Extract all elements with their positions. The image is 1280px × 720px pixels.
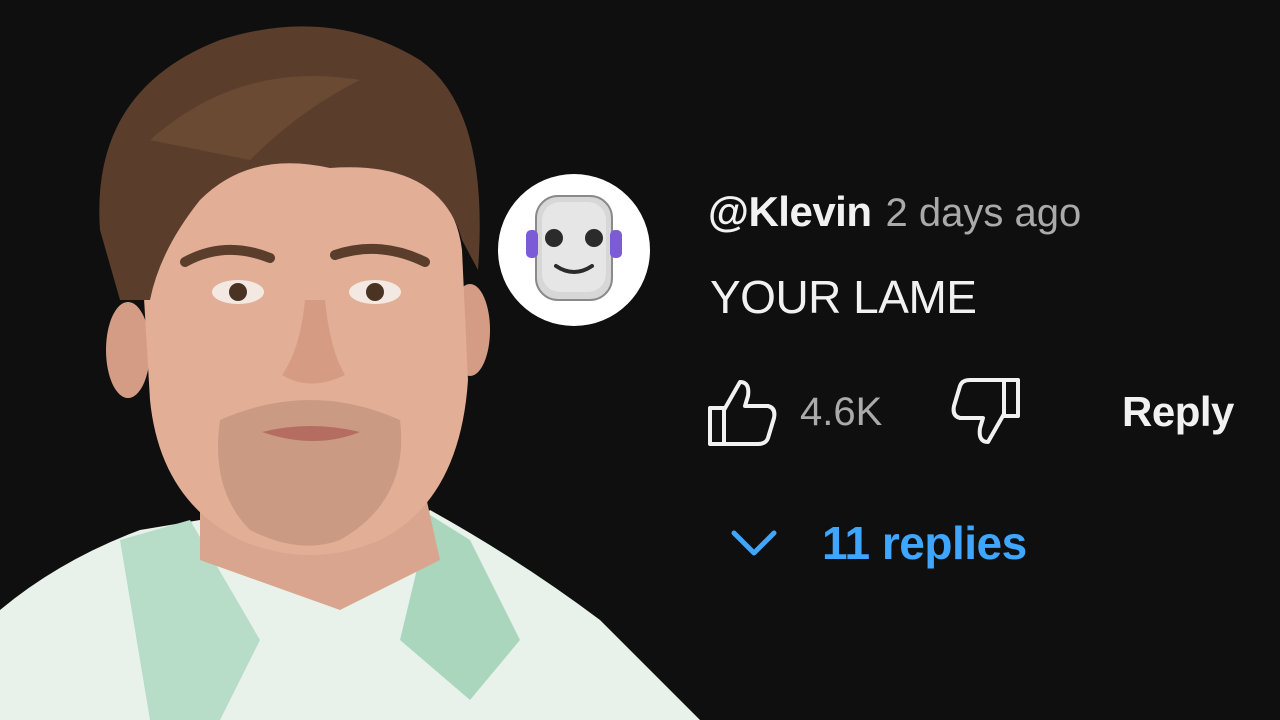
comment-timestamp[interactable]: 2 days ago [886, 191, 1082, 236]
thumbnail-canvas: @Klevin 2 days ago YOUR LAME 4.6K Reply … [0, 0, 1280, 720]
comment-action-bar: 4.6K Reply [706, 374, 1246, 448]
view-replies-toggle[interactable]: 11 replies [726, 510, 1027, 576]
robot-face-icon [526, 195, 622, 301]
thumbs-up-icon[interactable] [706, 376, 778, 448]
comment-header: @Klevin 2 days ago [708, 188, 1081, 240]
chevron-down-icon [731, 530, 777, 556]
reply-button[interactable]: Reply [1122, 388, 1234, 436]
like-count: 4.6K [800, 390, 883, 434]
comment-text: YOUR LAME [710, 271, 977, 323]
commenter-handle[interactable]: @Klevin [708, 188, 872, 236]
commenter-avatar[interactable] [498, 174, 650, 326]
replies-count-label: 11 replies [822, 517, 1027, 569]
person-photo [0, 26, 700, 720]
thumbs-down-icon[interactable] [948, 376, 1022, 448]
